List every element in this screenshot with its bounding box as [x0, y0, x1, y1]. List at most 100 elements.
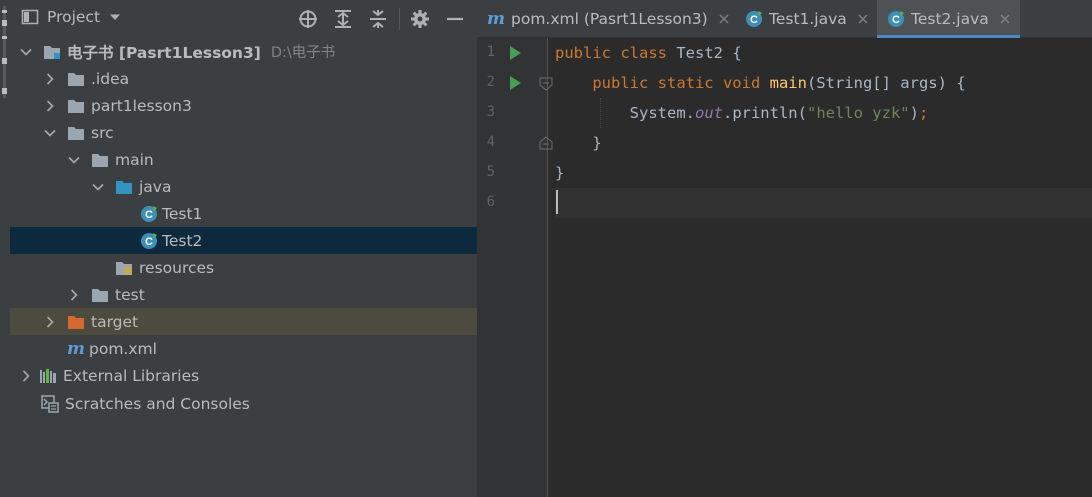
- chevron-right-icon[interactable]: [19, 369, 33, 383]
- code-line: public class Test2 {: [555, 38, 1092, 68]
- locate-file-button[interactable]: [296, 7, 320, 31]
- chevron-right-icon[interactable]: [43, 72, 57, 86]
- tree-item-part1lesson3[interactable]: part1lesson3: [10, 92, 477, 119]
- code-token: main: [769, 74, 807, 92]
- fold-icon[interactable]: [539, 77, 553, 91]
- chevron-down-icon: [110, 14, 121, 20]
- tree-item-src[interactable]: src: [10, 119, 477, 146]
- minimize-icon: [447, 17, 463, 21]
- project-view-selector[interactable]: Project: [21, 8, 122, 26]
- chevron-right-icon[interactable]: [67, 288, 81, 302]
- editor-tab-bar: m pom.xml (Pasrt1Lesson3) C Test1.java C…: [477, 0, 1092, 38]
- tree-item-label: target: [91, 312, 139, 331]
- code-token: }: [555, 164, 565, 182]
- tree-item-main[interactable]: main: [10, 146, 477, 173]
- tree-item-label: .idea: [91, 69, 130, 88]
- tree-item-pom-xml[interactable]: m pom.xml: [10, 335, 477, 362]
- hide-panel-button[interactable]: [443, 7, 467, 31]
- code-token: ): [909, 104, 919, 122]
- resources-folder-icon: [115, 259, 133, 277]
- close-icon[interactable]: [998, 12, 1012, 26]
- code-line-current: [555, 188, 1092, 218]
- code-area[interactable]: public class Test2 { public static void …: [555, 38, 1092, 497]
- crosshair-icon: [299, 10, 317, 28]
- tree-item-label: Scratches and Consoles: [65, 394, 250, 413]
- tab-label: pom.xml (Pasrt1Lesson3): [511, 9, 708, 28]
- chevron-down-icon[interactable]: [43, 126, 57, 140]
- chevron-right-icon[interactable]: [43, 99, 57, 113]
- source-folder-icon: [115, 178, 133, 196]
- svg-text:C: C: [145, 209, 153, 221]
- folder-icon: [67, 70, 85, 88]
- code-token: }: [592, 134, 602, 152]
- tree-item-label: External Libraries: [63, 366, 200, 385]
- tree-item-label: pom.xml: [89, 339, 157, 358]
- expand-all-button[interactable]: [331, 7, 355, 31]
- tab-test1-java[interactable]: C Test1.java: [745, 0, 873, 37]
- tree-item-idea[interactable]: .idea: [10, 65, 477, 92]
- folder-icon: [91, 151, 109, 169]
- run-icon[interactable]: [507, 45, 523, 61]
- tree-item-scratches-and-consoles[interactable]: Scratches and Consoles: [10, 390, 477, 417]
- tree-item-test[interactable]: test: [10, 281, 477, 308]
- tab-pom-xml[interactable]: m pom.xml (Pasrt1Lesson3): [487, 0, 742, 37]
- close-icon[interactable]: [856, 12, 870, 26]
- java-class-icon: C: [140, 205, 158, 223]
- collapse-all-button[interactable]: [366, 7, 390, 31]
- expand-all-icon: [335, 10, 351, 28]
- settings-button[interactable]: [408, 7, 432, 31]
- tree-item-java[interactable]: java: [10, 173, 477, 200]
- chevron-down-icon[interactable]: [19, 45, 33, 59]
- tree-item-label: Test1: [162, 204, 203, 223]
- project-tool-window-button[interactable]: [1, 6, 8, 98]
- code-line: public static void main(String[] args) {: [555, 68, 1092, 98]
- tab-test2-java[interactable]: C Test2.java: [877, 0, 1020, 38]
- tree-item-label: 电子书 [Pasrt1Lesson3]: [67, 43, 261, 62]
- line-number: 2: [486, 74, 495, 90]
- tree-item-target[interactable]: target: [10, 308, 477, 335]
- toolbar-divider: [399, 8, 400, 30]
- tree-item-label: resources: [139, 258, 215, 277]
- close-icon[interactable]: [717, 12, 731, 26]
- java-class-icon: C: [888, 10, 904, 27]
- chevron-down-icon[interactable]: [91, 180, 105, 194]
- project-panel-title: Project: [47, 8, 101, 26]
- java-class-icon: C: [746, 10, 762, 27]
- text-caret: [556, 190, 558, 214]
- code-token: public static void: [592, 74, 770, 92]
- run-icon[interactable]: [507, 75, 523, 91]
- tree-item-external-libraries[interactable]: External Libraries: [10, 362, 477, 389]
- tree-item-test1[interactable]: C Test1: [10, 200, 477, 227]
- fold-icon[interactable]: [539, 136, 553, 150]
- module-folder-icon: [43, 43, 61, 61]
- module-path: D:\电子书: [270, 45, 336, 61]
- tree-item-label: src: [91, 123, 114, 142]
- project-panel: Project 电子书 [Pasrt1Lesson3] D:\电子书 .idea…: [10, 0, 477, 497]
- svg-text:C: C: [892, 14, 900, 26]
- code-line: }: [555, 128, 1092, 158]
- tree-item-label: java: [139, 177, 172, 196]
- chevron-right-icon[interactable]: [43, 315, 57, 329]
- tab-label: Test1.java: [769, 9, 847, 28]
- editor-area: m pom.xml (Pasrt1Lesson3) C Test1.java C…: [477, 0, 1092, 497]
- code-token: out: [694, 104, 723, 122]
- maven-icon: m: [487, 8, 505, 29]
- code-token: .println(: [722, 104, 807, 122]
- folder-icon: [67, 97, 85, 115]
- tree-item-test2[interactable]: C Test2: [10, 227, 477, 254]
- scratches-icon: [41, 394, 59, 413]
- tree-item-root-module[interactable]: 电子书 [Pasrt1Lesson3] D:\电子书: [10, 38, 477, 65]
- svg-text:C: C: [145, 236, 153, 248]
- chevron-down-icon[interactable]: [67, 153, 81, 167]
- code-token: public class: [555, 44, 677, 62]
- tab-label: Test2.java: [911, 9, 989, 28]
- project-view-icon: [21, 9, 39, 25]
- line-number: 6: [486, 194, 495, 210]
- folder-icon: [67, 124, 85, 142]
- gear-icon: [411, 10, 429, 28]
- project-panel-toolbar: Project: [10, 0, 477, 38]
- java-class-icon: C: [140, 232, 158, 250]
- folder-icon: [91, 286, 109, 304]
- tree-item-resources[interactable]: resources: [10, 254, 477, 281]
- code-token: ;: [918, 104, 929, 122]
